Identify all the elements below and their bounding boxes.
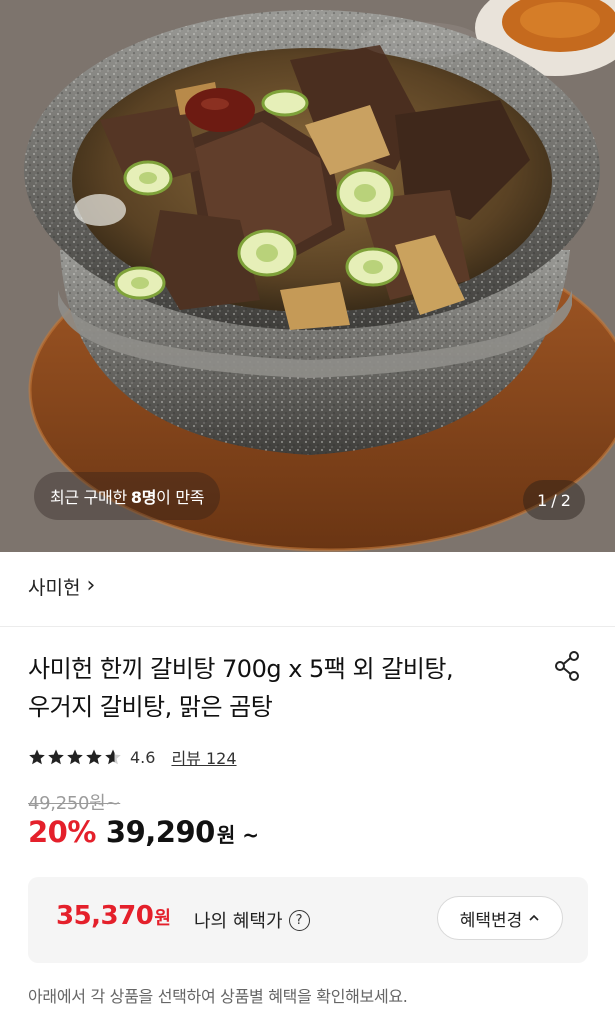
brand-link[interactable]: 사미헌 ›	[28, 566, 95, 606]
brand-name: 사미헌	[28, 576, 81, 599]
product-title: 사미헌 한끼 갈비탕 700g x 5팩 외 갈비탕, 우거지 갈비탕, 맑은 …	[28, 650, 538, 726]
benefit-price-value: 35,370	[56, 901, 154, 931]
chevron-up-icon	[529, 914, 539, 921]
sale-price: 39,290	[105, 815, 215, 849]
product-title-line-2: 우거지 갈비탕, 맑은 곰탕	[28, 693, 273, 721]
star-icon	[48, 749, 64, 765]
counter-separator: /	[551, 490, 557, 510]
badge-suffix: 이 만족	[156, 488, 205, 507]
benefit-price-box: 35,370 원 나의 혜택가 ? 혜택변경	[28, 877, 588, 963]
share-icon	[555, 651, 579, 681]
star-icon	[67, 749, 83, 765]
sale-price-unit: 원 ~	[216, 823, 259, 847]
star-rating	[28, 748, 122, 766]
product-title-line-1: 사미헌 한끼 갈비탕 700g x 5팩 외 갈비탕,	[28, 655, 454, 683]
change-benefit-button[interactable]: 혜택변경	[437, 896, 563, 940]
rating-row: 4.6 리뷰 124	[28, 743, 237, 771]
star-icon	[29, 749, 45, 765]
info-icon[interactable]: ?	[288, 909, 310, 931]
recent-buyers-badge: 최근 구매한 8명 이 만족	[34, 472, 221, 520]
star-icon	[86, 749, 102, 765]
benefit-label: 나의 혜택가 ?	[194, 907, 310, 933]
change-benefit-label: 혜택변경	[459, 910, 523, 931]
benefit-notice: 아래에서 각 상품을 선택하여 상품별 혜택을 확인해보세요.	[28, 987, 408, 1006]
counter-current: 1	[537, 490, 548, 510]
benefit-price-unit: 원	[154, 908, 171, 929]
rating-value: 4.6	[130, 747, 156, 767]
galbitang-photo	[0, 0, 615, 552]
sale-price-row: 20% 39,290 원 ~	[28, 815, 259, 855]
badge-prefix: 최근 구매한	[50, 488, 127, 507]
benefit-label-text: 나의 혜택가	[194, 911, 283, 932]
star-half-icon	[105, 749, 121, 765]
original-price: 49,250원~	[28, 793, 121, 814]
counter-total: 2	[560, 490, 571, 510]
badge-count: 8명	[130, 488, 157, 507]
discount-rate: 20%	[28, 815, 96, 849]
image-page-counter: 1 / 2	[523, 480, 585, 520]
product-image[interactable]: 최근 구매한 8명 이 만족 1 / 2	[0, 0, 615, 552]
share-button[interactable]	[551, 649, 585, 683]
review-count-link[interactable]: 리뷰 124	[171, 745, 236, 769]
chevron-right-icon: ›	[86, 573, 96, 598]
benefit-price: 35,370 원	[56, 901, 171, 931]
section-divider	[0, 626, 615, 627]
